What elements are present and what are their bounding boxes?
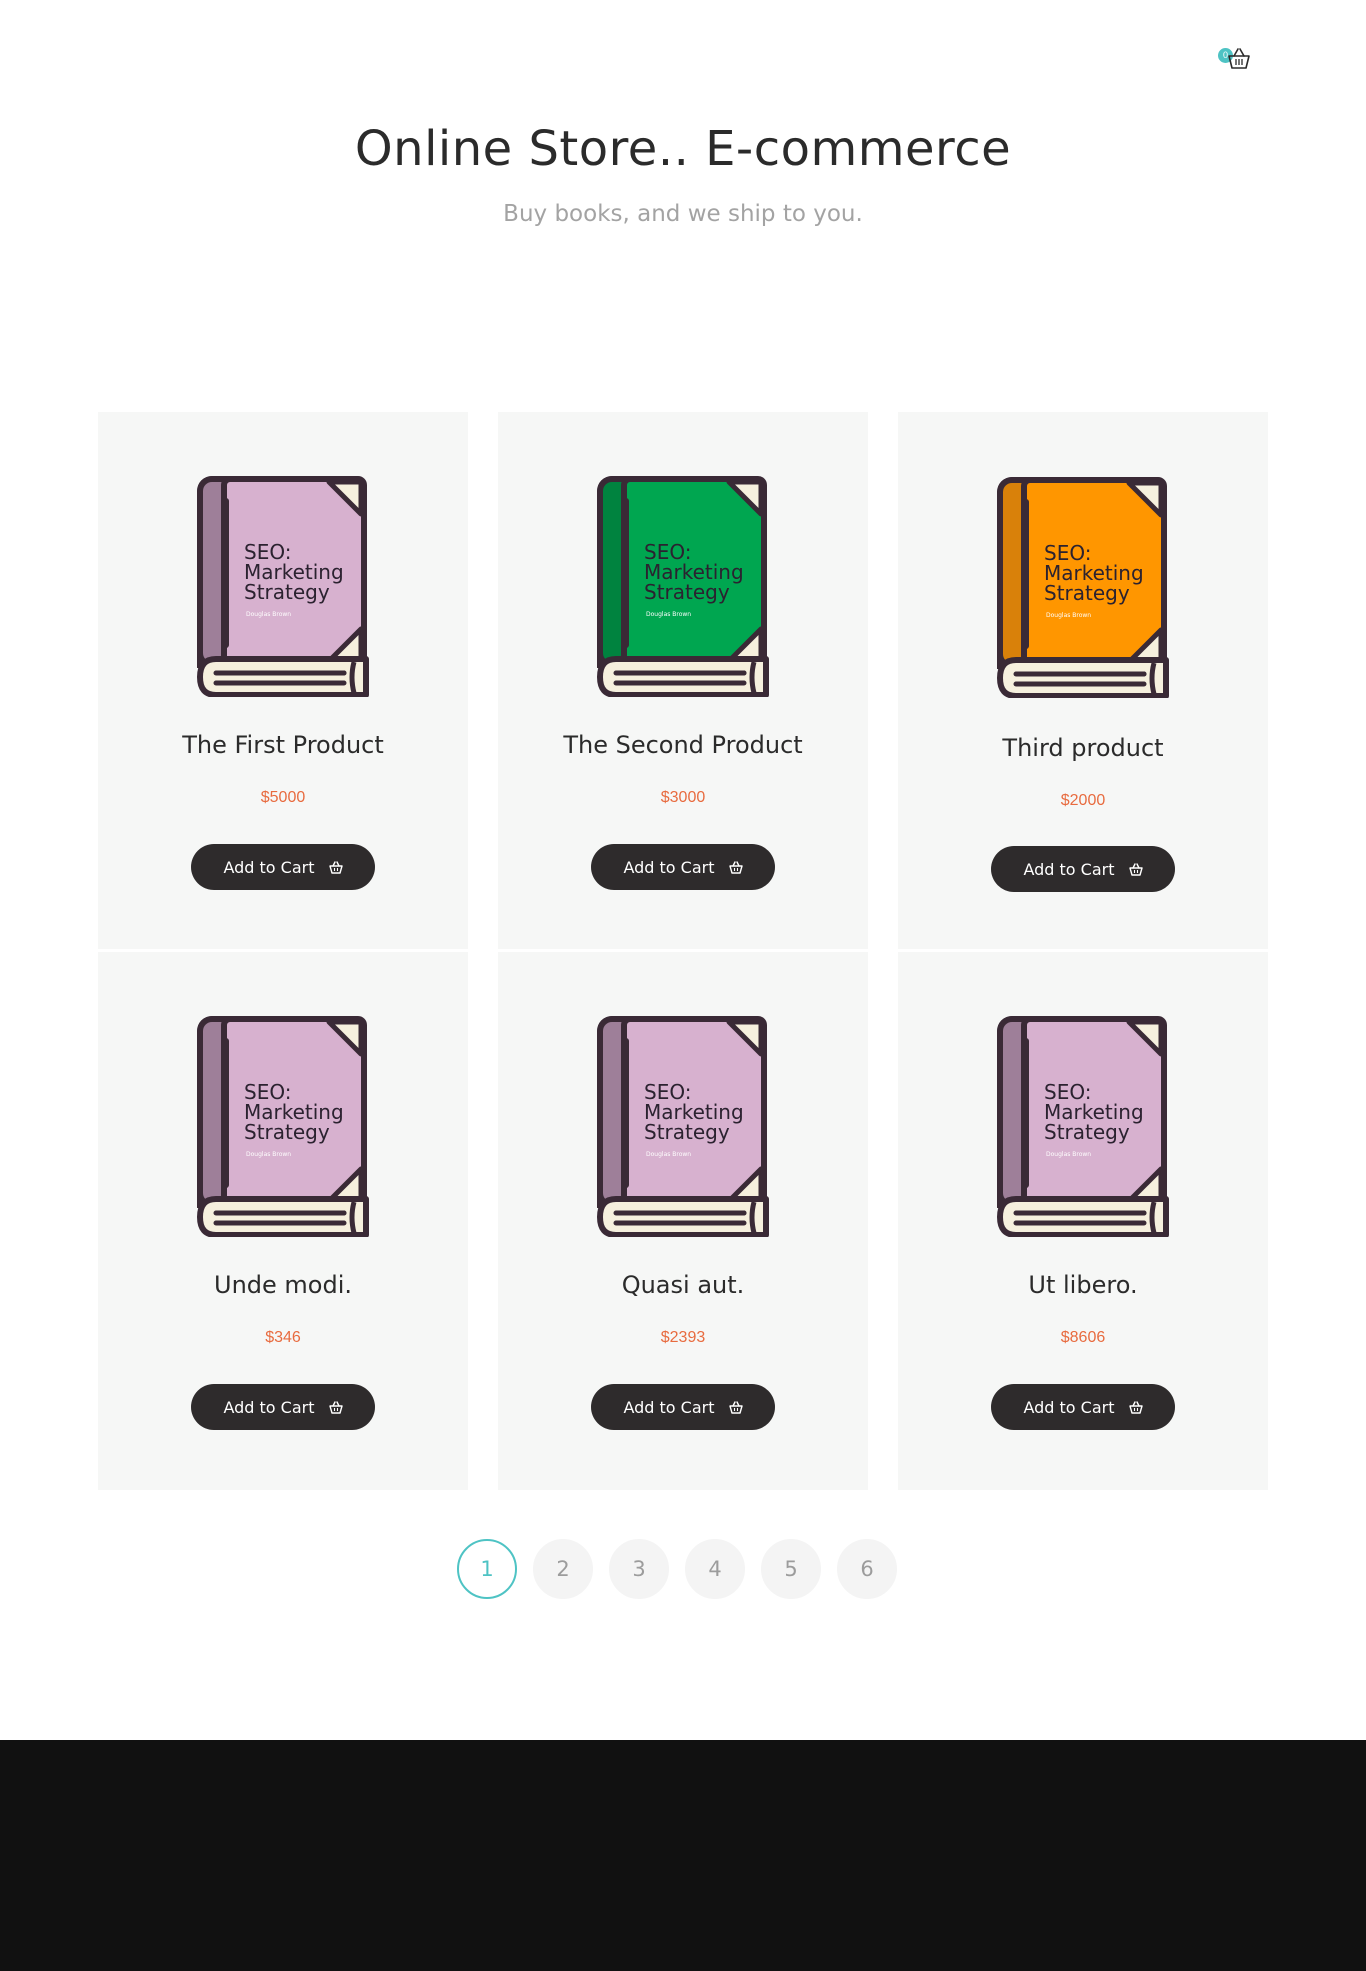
product-name[interactable]: Ut libero. [898,1269,1268,1301]
book-author: Douglas Brown [246,1151,291,1158]
book-author: Douglas Brown [246,611,291,618]
add-to-cart-label: Add to Cart [1023,1397,1115,1417]
product-card: SEO: Marketing Strategy Douglas Brown Un… [98,952,468,1490]
page-button-6[interactable]: 6 [837,1539,897,1599]
add-to-cart-button[interactable]: Add to Cart [991,1384,1175,1430]
page-button-5[interactable]: 5 [761,1539,821,1599]
add-to-cart-button[interactable]: Add to Cart [991,846,1175,892]
book-title-line3: Strategy [1044,1120,1130,1144]
book-cover-image: SEO: Marketing Strategy Douglas Brown [197,476,369,697]
product-name[interactable]: Third product [898,732,1268,764]
book-title-line3: Strategy [244,1120,330,1144]
basket-icon [1128,862,1143,876]
add-to-cart-button[interactable]: Add to Cart [591,1384,775,1430]
page-subtitle: Buy books, and we ship to you. [503,201,863,227]
product-price: $3000 [660,789,706,806]
add-to-cart-label: Add to Cart [623,857,715,877]
product-name[interactable]: The Second Product [498,729,868,761]
page-button-4[interactable]: 4 [685,1539,745,1599]
pagination: 123456 [457,1539,897,1599]
cart-button[interactable]: 0 [1216,44,1256,74]
product-grid: SEO: Marketing Strategy Douglas Brown Th… [98,412,1269,1490]
product-card: SEO: Marketing Strategy Douglas Brown Th… [498,412,868,949]
product-price: $346 [265,1329,301,1346]
product-price: $5000 [260,789,306,806]
add-to-cart-label: Add to Cart [223,1397,315,1417]
hero-section: Online Store.. E-commerce Buy books, and… [0,116,1366,230]
product-card: SEO: Marketing Strategy Douglas Brown Qu… [498,952,868,1490]
product-price: $2000 [1060,792,1106,809]
book-cover-image: SEO: Marketing Strategy Douglas Brown [597,476,769,697]
book-author: Douglas Brown [1046,1151,1091,1158]
add-to-cart-label: Add to Cart [223,857,315,877]
book-title-line3: Strategy [1044,581,1130,605]
product-card: SEO: Marketing Strategy Douglas Brown Ut… [898,952,1268,1490]
page-title: Online Store.. E-commerce [354,121,1012,177]
product-card: SEO: Marketing Strategy Douglas Brown Th… [98,412,468,949]
basket-icon [328,860,343,874]
product-name[interactable]: Unde modi. [98,1269,468,1301]
book-cover-image: SEO: Marketing Strategy Douglas Brown [997,1016,1169,1237]
add-to-cart-button[interactable]: Add to Cart [191,1384,375,1430]
product-card: SEO: Marketing Strategy Douglas Brown Th… [898,412,1268,949]
book-title-line3: Strategy [644,580,730,604]
basket-icon [1228,48,1250,69]
page-button-3[interactable]: 3 [609,1539,669,1599]
page-button-2[interactable]: 2 [533,1539,593,1599]
product-name[interactable]: The First Product [98,729,468,761]
add-to-cart-button[interactable]: Add to Cart [191,844,375,890]
add-to-cart-label: Add to Cart [1023,859,1115,879]
book-cover-image: SEO: Marketing Strategy Douglas Brown [597,1016,769,1237]
product-name[interactable]: Quasi aut. [498,1269,868,1301]
add-to-cart-button[interactable]: Add to Cart [591,844,775,890]
page-button-1[interactable]: 1 [457,1539,517,1599]
basket-icon [1128,1400,1143,1414]
book-author: Douglas Brown [646,611,691,618]
product-price: $2393 [660,1329,706,1346]
book-cover-image: SEO: Marketing Strategy Douglas Brown [197,1016,369,1237]
book-author: Douglas Brown [1046,612,1091,619]
product-price: $8606 [1060,1329,1106,1346]
basket-icon [328,1400,343,1414]
add-to-cart-label: Add to Cart [623,1397,715,1417]
basket-icon [728,1400,743,1414]
book-title-line3: Strategy [244,580,330,604]
book-author: Douglas Brown [646,1151,691,1158]
page-footer [0,1740,1366,1971]
book-title-line3: Strategy [644,1120,730,1144]
basket-icon [728,860,743,874]
book-cover-image: SEO: Marketing Strategy Douglas Brown [997,477,1169,698]
